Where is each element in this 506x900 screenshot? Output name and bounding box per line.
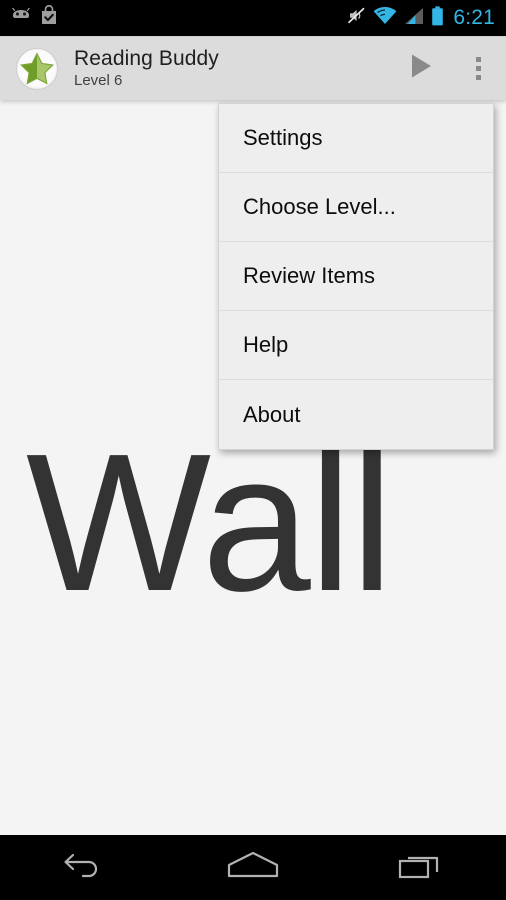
menu-item-help[interactable]: Help	[219, 311, 493, 380]
cellular-signal-icon	[404, 7, 424, 30]
overflow-dot	[475, 66, 481, 71]
menu-item-settings[interactable]: Settings	[219, 104, 493, 173]
menu-item-review-items[interactable]: Review Items	[219, 242, 493, 311]
status-bar-right-icons: 6:21	[347, 0, 506, 36]
play-button[interactable]	[392, 37, 450, 101]
status-bar: 6:21	[0, 0, 506, 36]
wifi-icon	[373, 6, 397, 30]
overflow-menu-popup: Settings Choose Level... Review Items He…	[218, 103, 494, 450]
recents-button[interactable]	[367, 835, 477, 900]
silent-mode-icon	[347, 6, 366, 30]
overflow-dot	[475, 75, 481, 80]
home-icon	[226, 849, 280, 886]
back-button[interactable]	[29, 835, 139, 900]
app-title: Reading Buddy	[74, 47, 219, 71]
app-subtitle-level: Level 6	[74, 71, 123, 89]
home-button[interactable]	[198, 835, 308, 900]
menu-item-about[interactable]: About	[219, 380, 493, 449]
star-half-green-icon[interactable]	[16, 47, 58, 90]
action-bar-buttons	[392, 37, 506, 101]
overflow-menu-icon	[475, 57, 481, 80]
status-bar-left-icons	[0, 4, 59, 31]
overflow-menu-button[interactable]	[450, 37, 506, 101]
battery-icon	[431, 5, 444, 31]
flashcard-word: Wall	[26, 413, 394, 632]
overflow-dot	[475, 57, 481, 62]
status-bar-clock: 6:21	[453, 6, 495, 29]
play-icon	[406, 51, 436, 86]
app-title-block: Reading Buddy Level 6	[74, 47, 219, 89]
android-navigation-bar	[0, 835, 506, 900]
recents-icon	[397, 850, 447, 885]
menu-item-choose-level[interactable]: Choose Level...	[219, 173, 493, 242]
action-bar: Reading Buddy Level 6	[0, 36, 506, 100]
back-icon	[62, 850, 106, 885]
android-debug-icon	[10, 7, 32, 29]
play-store-download-complete-icon	[39, 4, 59, 31]
